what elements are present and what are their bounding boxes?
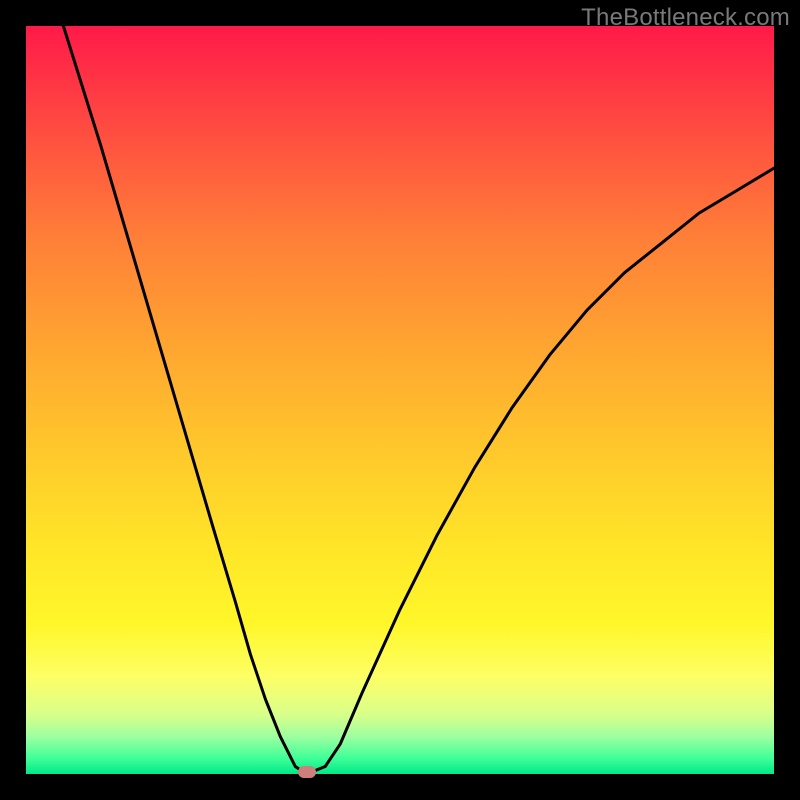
gradient-plot-area bbox=[26, 26, 774, 774]
optimum-marker bbox=[298, 766, 316, 778]
chart-frame: TheBottleneck.com bbox=[0, 0, 800, 800]
